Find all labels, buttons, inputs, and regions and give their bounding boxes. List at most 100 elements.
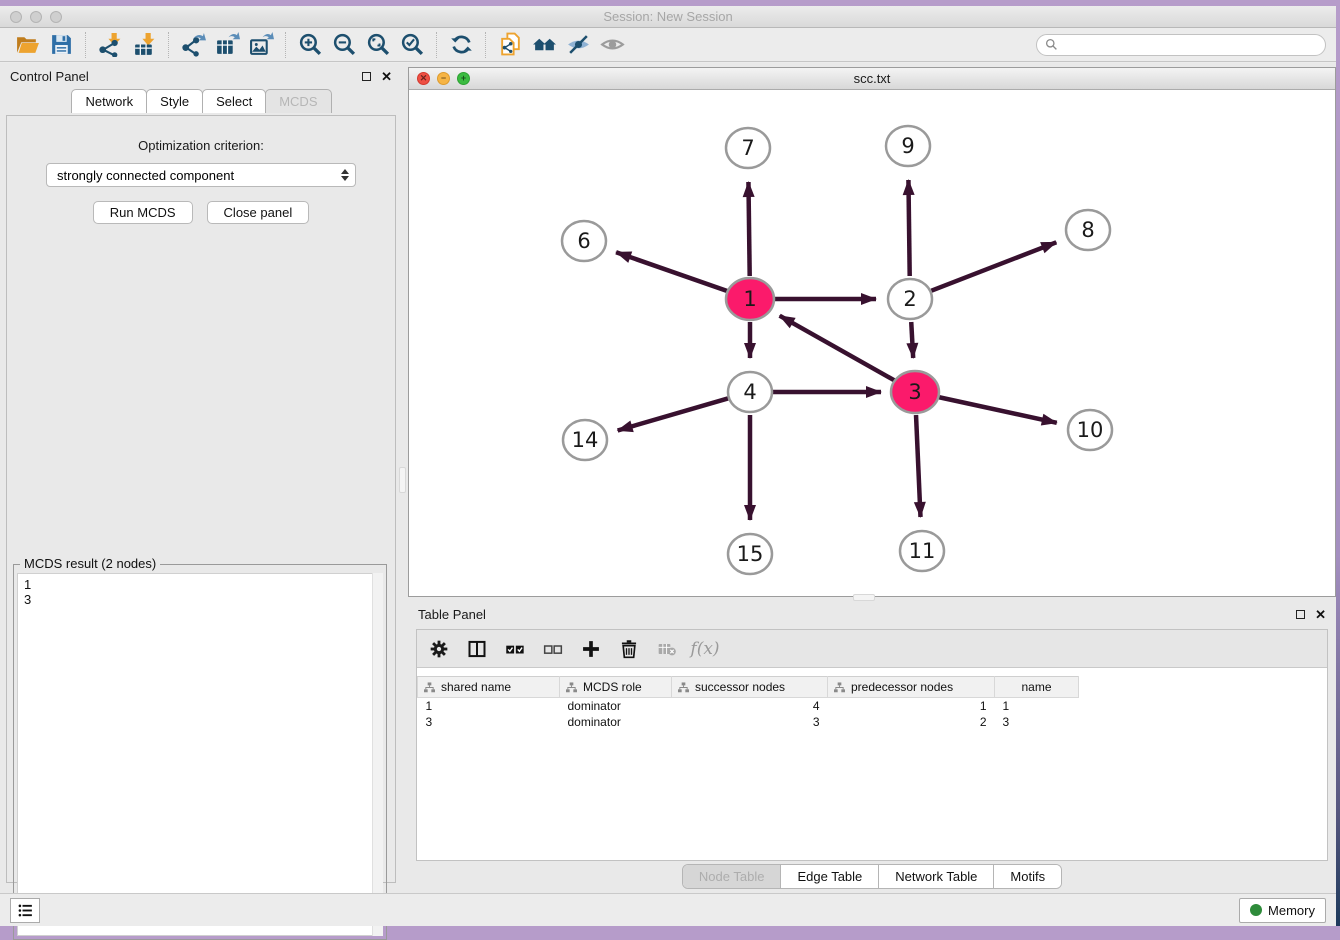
task-history-button[interactable]: [10, 898, 40, 923]
edge-1-6[interactable]: [616, 252, 728, 291]
export-network-icon[interactable]: [176, 31, 210, 59]
tab-select[interactable]: Select: [202, 89, 266, 113]
edge-1-7[interactable]: [748, 182, 749, 276]
run-mcds-button[interactable]: Run MCDS: [93, 201, 193, 224]
memory-button[interactable]: Memory: [1239, 898, 1326, 923]
node-table: shared nameMCDS rolesuccessor nodesprede…: [417, 676, 1079, 730]
close-panel-icon[interactable]: ✕: [381, 70, 392, 83]
zoom-in-icon[interactable]: [293, 31, 327, 59]
close-table-panel-icon[interactable]: ✕: [1315, 608, 1326, 621]
table-row[interactable]: 3dominator323: [418, 714, 1079, 730]
node-3[interactable]: 3: [891, 371, 939, 413]
node-6[interactable]: 6: [562, 221, 606, 261]
edge-2-3[interactable]: [911, 322, 913, 358]
node-7[interactable]: 7: [726, 128, 770, 168]
export-image-icon[interactable]: [244, 31, 278, 59]
cell[interactable]: 2: [828, 714, 995, 730]
edge-3-1[interactable]: [780, 316, 895, 381]
select-all-icon[interactable]: [503, 637, 527, 661]
first-neighbors-icon[interactable]: [527, 31, 561, 59]
close-panel-button[interactable]: Close panel: [207, 201, 310, 224]
zoom-out-icon[interactable]: [327, 31, 361, 59]
window-title: Session: New Session: [0, 9, 1336, 24]
zoom-fit-icon[interactable]: [361, 31, 395, 59]
edge-2-8[interactable]: [931, 242, 1056, 290]
duplicate-network-icon[interactable]: [493, 31, 527, 59]
cell[interactable]: dominator: [560, 698, 672, 715]
main-toolbar: [0, 28, 1336, 62]
tab-style[interactable]: Style: [146, 89, 203, 113]
node-11[interactable]: 11: [900, 531, 944, 571]
mcds-result-text[interactable]: 1 3: [17, 573, 383, 936]
hide-selected-icon[interactable]: [561, 31, 595, 59]
delete-row-icon[interactable]: [617, 637, 641, 661]
node-15[interactable]: 15: [728, 534, 772, 574]
cell[interactable]: 1: [418, 698, 560, 715]
float-table-panel-icon[interactable]: [1296, 610, 1305, 619]
edge-3-11[interactable]: [916, 415, 920, 517]
cell[interactable]: 1: [828, 698, 995, 715]
open-session-icon[interactable]: [10, 31, 44, 59]
delete-table-icon[interactable]: [655, 637, 679, 661]
edge-3-10[interactable]: [937, 397, 1056, 423]
toolbar-separator: [168, 32, 169, 58]
search-field[interactable]: [1036, 34, 1326, 56]
vertical-splitter-handle[interactable]: [399, 467, 406, 493]
result-scrollbar[interactable]: [372, 573, 383, 936]
network-graph[interactable]: 7 9 6 8 1 2 4 3 14 10 15 11: [409, 90, 1335, 596]
cell[interactable]: 3: [672, 714, 828, 730]
tab-network-table[interactable]: Network Table: [879, 865, 994, 888]
main-titlebar: Session: New Session: [0, 6, 1336, 28]
node-9[interactable]: 9: [886, 126, 930, 166]
node-14[interactable]: 14: [563, 420, 607, 460]
cell[interactable]: 3: [995, 714, 1079, 730]
node-2[interactable]: 2: [888, 279, 932, 319]
optimization-label: Optimization criterion:: [7, 138, 395, 153]
svg-text:15: 15: [737, 542, 764, 566]
tab-motifs[interactable]: Motifs: [994, 865, 1061, 888]
import-network-icon[interactable]: [93, 31, 127, 59]
tab-edge-table[interactable]: Edge Table: [781, 865, 879, 888]
table-row[interactable]: 1dominator411: [418, 698, 1079, 715]
tab-node-table[interactable]: Node Table: [683, 865, 782, 888]
control-panel-tabs: NetworkStyleSelectMCDS: [0, 89, 402, 113]
function-builder-icon[interactable]: f(x): [693, 637, 717, 661]
network-titlebar[interactable]: ✕ − + scc.txt: [409, 68, 1335, 90]
toolbar-separator: [285, 32, 286, 58]
mcds-result-title: MCDS result (2 nodes): [20, 556, 160, 571]
column-settings-icon[interactable]: [427, 637, 451, 661]
cell[interactable]: 4: [672, 698, 828, 715]
cell[interactable]: 3: [418, 714, 560, 730]
node-1[interactable]: 1: [726, 278, 774, 320]
node-4[interactable]: 4: [728, 372, 772, 412]
column-header-predecessor-nodes[interactable]: predecessor nodes: [828, 677, 995, 698]
deselect-all-icon[interactable]: [541, 637, 565, 661]
edge-2-9[interactable]: [908, 180, 909, 276]
network-canvas[interactable]: 7 9 6 8 1 2 4 3 14 10 15 11: [409, 90, 1335, 596]
horizontal-splitter-handle[interactable]: [853, 594, 875, 601]
node-10[interactable]: 10: [1068, 410, 1112, 450]
save-session-icon[interactable]: [44, 31, 78, 59]
float-panel-icon[interactable]: [362, 72, 371, 81]
zoom-selected-icon[interactable]: [395, 31, 429, 59]
search-input[interactable]: [1063, 38, 1317, 52]
column-header-shared-name[interactable]: shared name: [418, 677, 560, 698]
panel-mode-icon[interactable]: [465, 637, 489, 661]
criterion-dropdown[interactable]: strongly connected component: [46, 163, 356, 187]
main-content: Control Panel ✕ NetworkStyleSelectMCDS O…: [0, 63, 1336, 893]
tab-network[interactable]: Network: [71, 89, 147, 113]
control-panel: Control Panel ✕ NetworkStyleSelectMCDS O…: [0, 63, 402, 893]
node-8[interactable]: 8: [1066, 210, 1110, 250]
import-table-icon[interactable]: [127, 31, 161, 59]
export-table-icon[interactable]: [210, 31, 244, 59]
edge-4-14[interactable]: [618, 398, 728, 430]
column-header-MCDS-role[interactable]: MCDS role: [560, 677, 672, 698]
cell[interactable]: 1: [995, 698, 1079, 715]
refresh-icon[interactable]: [444, 31, 478, 59]
column-header-name[interactable]: name: [995, 677, 1079, 698]
tab-mcds[interactable]: MCDS: [265, 89, 331, 113]
add-row-icon[interactable]: [579, 637, 603, 661]
cell[interactable]: dominator: [560, 714, 672, 730]
column-header-successor-nodes[interactable]: successor nodes: [672, 677, 828, 698]
show-all-icon[interactable]: [595, 31, 629, 59]
